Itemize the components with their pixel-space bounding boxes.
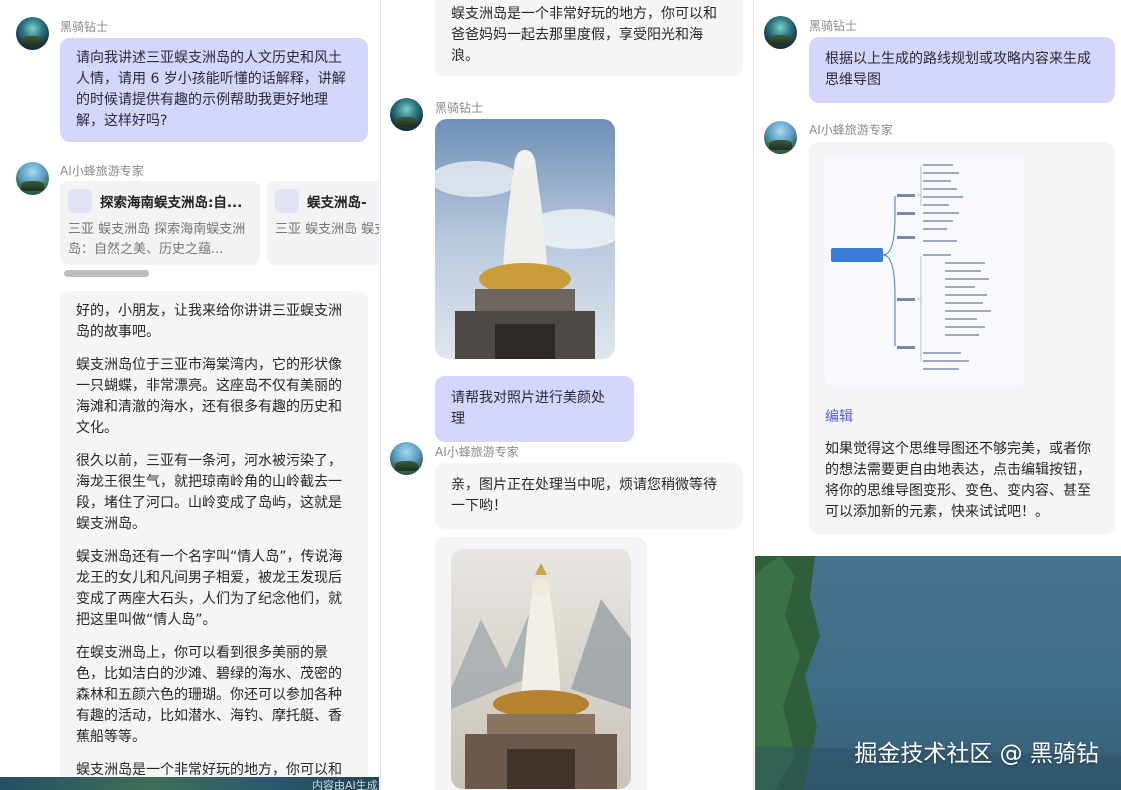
ai-paragraph: 在蜈支洲岛上，你可以看到很多美丽的景色，比如洁白的沙滩、碧绿的海水、茂密的森林和… [76,645,342,745]
reference-card-title: 探索海南蜈支洲岛:自... [100,195,243,211]
mind-map-thumbnail-icon[interactable] [825,156,1025,386]
background-scene: 掘金技术社区 @ 黑骑钻 [755,556,1121,790]
chat-panel-1: 黑骑钻士 请向我讲述三亚蜈支洲岛的人文历史和风土人情，请用 6 岁小孩能听懂的话… [0,0,379,790]
user-avatar [764,16,797,49]
document-icon [275,189,299,213]
document-icon [68,189,92,213]
edit-link[interactable]: 编辑 [825,407,853,428]
background-scene-strip: 内容由AI生成 [0,777,379,790]
user-message-bubble: 请帮我对照片进行美颜处理 [435,376,634,442]
watermark: 掘金技术社区 @ 黑骑钻 [854,741,1099,767]
user-message-bubble: 根据以上生成的路线规划或攻略内容来生成思维导图 [809,37,1115,103]
ai-avatar [764,121,797,154]
ai-avatar [16,162,49,195]
reference-card-desc: 三亚 蜈支洲岛 探索海南蜈支洲岛：自然之美、历史之蕴... [68,222,246,257]
user-avatar [16,17,49,50]
ai-paragraph: 很久以前，三亚有一条河，河水被污染了，海龙王很生气，就把琼南岭角的山岭截去一段，… [76,453,342,532]
stylized-guanyin-painting-icon[interactable] [451,549,631,789]
reference-card-desc: 三亚 蜈支洲岛 蜈支洲岛是一个充满 [275,222,379,237]
ai-avatar [390,442,423,475]
user-message-bubble: 请向我讲述三亚蜈支洲岛的人文历史和风土人情，请用 6 岁小孩能听懂的话解释，讲解… [60,38,368,142]
ai-name: AI小蜂旅游专家 [809,123,893,137]
user-name: 黑骑钻士 [435,101,484,115]
ai-message-bubble: 好的，小朋友，让我来给你讲讲三亚蜈支洲岛的故事吧。 蜈支洲岛位于三亚市海棠湾内，… [60,291,368,790]
chat-panel-2: 蜈支洲岛是一个非常好玩的地方，你可以和爸爸妈妈一起去那里度假，享受阳光和海浪。 … [380,0,754,790]
ai-generated-note: 内容由AI生成 [312,779,378,790]
ai-mindmap-bubble: 编辑 如果觉得这个思维导图还不够完美，或者你的想法需要更自由地表达，点击编辑按钮… [809,142,1115,534]
guanyin-statue-photo-icon[interactable] [435,119,615,359]
user-name: 黑骑钻士 [60,20,109,34]
ai-message-bubble-fragment: 蜈支洲岛是一个非常好玩的地方，你可以和爸爸妈妈一起去那里度假，享受阳光和海浪。 [435,0,743,76]
reference-card-2[interactable]: 蜈支洲岛- 三亚 蜈支洲岛 蜈支洲岛是一个充满 [267,181,379,265]
ai-paragraph: 蜈支洲岛还有一个名字叫“情人岛”，传说海龙王的女儿和凡间男子相爱，被龙王发现后变… [76,549,343,628]
ai-paragraph: 蜈支洲岛位于三亚市海棠湾内，它的形状像一只蝴蝶，非常漂亮。这座岛不仅有美丽的海滩… [76,357,342,436]
chat-panel-3: 黑骑钻士 根据以上生成的路线规划或攻略内容来生成思维导图 AI小蜂旅游专家 编辑… [755,0,1121,556]
ai-name: AI小蜂旅游专家 [60,164,144,178]
reference-card-title: 蜈支洲岛- [307,195,367,211]
horizontal-scrollbar[interactable] [64,270,149,277]
user-name: 黑骑钻士 [809,19,858,33]
ai-message-text: 如果觉得这个思维导图还不够完美，或者你的想法需要更自由地表达，点击编辑按钮，将你… [825,441,1091,520]
reference-card-1[interactable]: 探索海南蜈支洲岛:自... 三亚 蜈支洲岛 探索海南蜈支洲岛：自然之美、历史之蕴… [60,181,260,265]
user-avatar [390,98,423,131]
ai-name: AI小蜂旅游专家 [435,445,519,459]
ai-paragraph: 好的，小朋友，让我来给你讲讲三亚蜈支洲岛的故事吧。 [76,303,342,340]
ai-image-container [435,537,647,790]
ai-message-bubble: 亲，图片正在处理当中呢，烦请您稍微等待一下哟！ [435,463,743,529]
